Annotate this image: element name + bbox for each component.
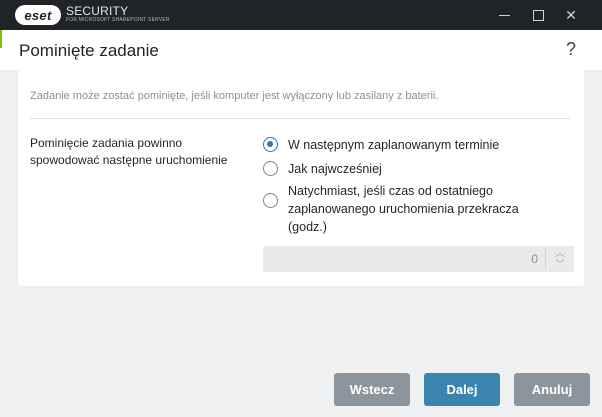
- maximize-icon: [532, 9, 544, 21]
- minimize-button[interactable]: [486, 0, 522, 30]
- field-label: Pominięcie zadania powinno spowodować na…: [30, 136, 228, 167]
- radio-immediately[interactable]: [263, 193, 278, 208]
- product-name: SECURITY FOR MICROSOFT SHAREPOINT SERVER: [66, 5, 170, 24]
- back-button[interactable]: Wstecz: [334, 373, 410, 406]
- settings-panel: Zadanie może zostać pominięte, jeśli kom…: [18, 70, 584, 286]
- radio-next-scheduled[interactable]: [263, 137, 278, 152]
- cancel-button[interactable]: Anuluj: [514, 373, 590, 406]
- maximize-button[interactable]: [520, 0, 556, 30]
- option-immediately[interactable]: Natychmiast, jeśli czas od ostatniego za…: [263, 182, 558, 236]
- accent-strip: [0, 30, 2, 48]
- hours-value[interactable]: 0: [531, 252, 538, 266]
- help-icon[interactable]: ?: [566, 39, 576, 60]
- stepper-divider: [545, 248, 546, 270]
- chevron-down-icon[interactable]: ﹀: [554, 260, 566, 269]
- radio-asap[interactable]: [263, 161, 278, 176]
- option-label: Jak najwcześniej: [288, 162, 382, 176]
- option-label: W następnym zaplanowanym terminie: [288, 138, 500, 152]
- option-asap[interactable]: Jak najwcześniej: [263, 160, 558, 178]
- product-subtitle: FOR MICROSOFT SHAREPOINT SERVER: [66, 17, 170, 23]
- eset-logo: eset: [15, 5, 61, 25]
- title-bar: eset SECURITY FOR MICROSOFT SHAREPOINT S…: [0, 0, 602, 30]
- dialog-header: Pominięte zadanie ?: [0, 30, 602, 70]
- divider: [30, 118, 570, 119]
- page-title: Pominięte zadanie: [19, 41, 159, 60]
- hours-stepper[interactable]: 0 ︿ ﹀: [263, 246, 574, 272]
- next-button[interactable]: Dalej: [424, 373, 500, 406]
- product-title: SECURITY: [66, 4, 129, 18]
- description-text: Zadanie może zostać pominięte, jeśli kom…: [30, 90, 439, 102]
- chevron-up-icon[interactable]: ︿: [554, 249, 566, 258]
- close-button[interactable]: ✕: [553, 0, 589, 30]
- minimize-icon: [498, 14, 510, 16]
- option-label: Natychmiast, jeśli czas od ostatniego za…: [288, 184, 519, 234]
- logo-text: eset: [24, 7, 52, 23]
- option-next-scheduled[interactable]: W następnym zaplanowanym terminie: [263, 136, 558, 154]
- close-icon: ✕: [565, 6, 577, 23]
